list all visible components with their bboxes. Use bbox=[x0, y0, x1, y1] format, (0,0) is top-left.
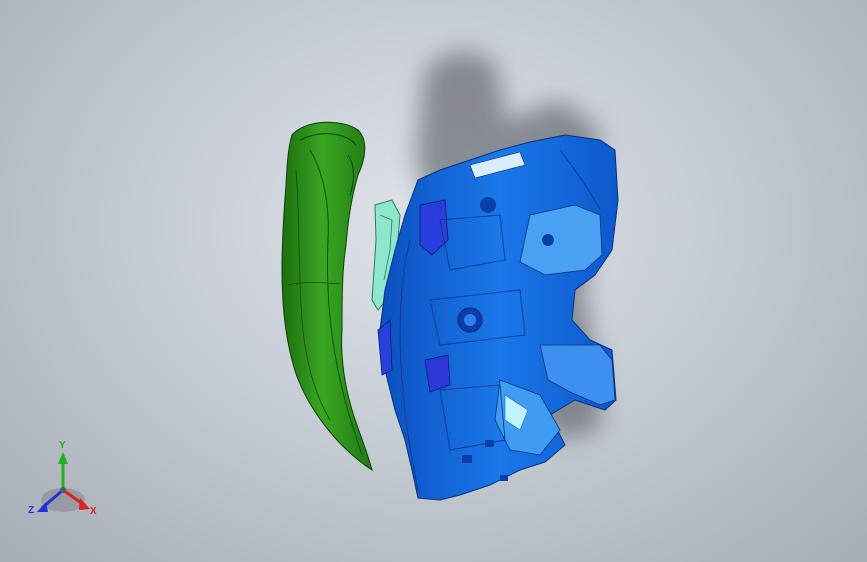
z-axis-label: Z bbox=[28, 505, 35, 516]
model-scene[interactable] bbox=[0, 0, 867, 562]
graphics-viewport[interactable]: Y X Z bbox=[0, 0, 867, 562]
triad-origin bbox=[60, 487, 66, 493]
view-triad[interactable] bbox=[37, 452, 90, 512]
y-axis-arrow bbox=[58, 452, 68, 464]
y-axis-label: Y bbox=[59, 440, 66, 451]
green-panel[interactable] bbox=[281, 121, 373, 472]
x-axis-label: X bbox=[90, 506, 97, 517]
